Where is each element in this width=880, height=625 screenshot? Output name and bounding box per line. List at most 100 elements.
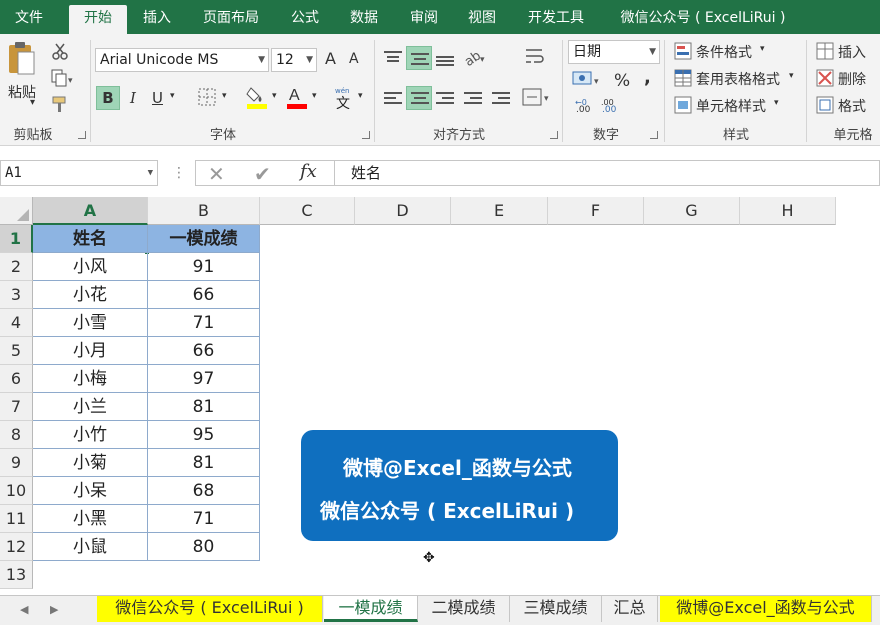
tab-insert[interactable]: 插入: [133, 5, 181, 34]
tab-review[interactable]: 审阅: [398, 5, 450, 34]
table-cell-name[interactable]: 小黑: [33, 505, 148, 533]
name-box[interactable]: A1 ▼: [0, 160, 158, 186]
cell-styles-icon[interactable]: [674, 96, 692, 114]
table-cell-name[interactable]: 小月: [33, 337, 148, 365]
phonetic-guide-icon[interactable]: wén 文: [334, 85, 356, 112]
tab-developer[interactable]: 开发工具: [514, 5, 598, 34]
cancel-entry-icon[interactable]: ✕: [208, 162, 225, 186]
table-cell-name[interactable]: 小雪: [33, 309, 148, 337]
chevron-down-icon[interactable]: ▾: [789, 71, 794, 81]
sheet-tab-weibo[interactable]: 微博@Excel_函数与公式: [660, 596, 872, 622]
table-cell-name[interactable]: 小呆: [33, 477, 148, 505]
table-cell-name[interactable]: 小菊: [33, 449, 148, 477]
chevron-down-icon[interactable]: ▾: [358, 91, 363, 101]
copy-icon[interactable]: ▾: [51, 69, 73, 87]
column-header-h[interactable]: H: [740, 197, 836, 225]
format-as-table-icon[interactable]: [674, 69, 692, 87]
table-cell-name[interactable]: 小梅: [33, 365, 148, 393]
row-header-5[interactable]: 5: [0, 337, 33, 365]
tab-view[interactable]: 视图: [458, 5, 506, 34]
merge-center-icon[interactable]: ▾: [522, 86, 552, 108]
column-header-b[interactable]: B: [148, 197, 260, 225]
table-header-cell[interactable]: 一模成绩: [148, 225, 260, 253]
table-cell-score[interactable]: 66: [148, 281, 260, 309]
font-launcher-icon[interactable]: [362, 131, 370, 139]
table-cell-name[interactable]: 小兰: [33, 393, 148, 421]
formula-input[interactable]: 姓名: [334, 160, 880, 186]
decrease-decimal-icon[interactable]: .00 .00: [600, 96, 622, 120]
scroll-sheets-right-icon[interactable]: ▶: [50, 603, 58, 616]
alignment-launcher-icon[interactable]: [550, 131, 558, 139]
row-header-2[interactable]: 2: [0, 253, 33, 281]
row-header-9[interactable]: 9: [0, 449, 33, 477]
tab-formulas[interactable]: 公式: [280, 5, 330, 34]
tab-page-layout[interactable]: 页面布局: [191, 5, 271, 34]
increase-indent-icon[interactable]: [490, 89, 512, 109]
chevron-down-icon[interactable]: ▾: [760, 44, 765, 54]
row-header-6[interactable]: 6: [0, 365, 33, 393]
chevron-down-icon[interactable]: ▾: [312, 91, 317, 101]
column-header-e[interactable]: E: [451, 197, 548, 225]
clipboard-launcher-icon[interactable]: [78, 131, 86, 139]
confirm-entry-icon[interactable]: ✔: [254, 162, 271, 186]
number-format-select[interactable]: 日期 ▼: [568, 40, 660, 64]
insert-cells-button[interactable]: 插入: [838, 42, 866, 62]
cell-styles-button[interactable]: 单元格样式: [696, 96, 766, 116]
table-cell-score[interactable]: 71: [148, 309, 260, 337]
shrink-font-button[interactable]: A: [349, 51, 359, 67]
table-cell-score[interactable]: 81: [148, 393, 260, 421]
select-all-corner[interactable]: [0, 197, 33, 225]
table-header-cell[interactable]: 姓名: [33, 225, 148, 253]
sheet-tab-mock2[interactable]: 二模成绩: [418, 596, 510, 622]
column-header-f[interactable]: F: [548, 197, 644, 225]
font-name-select[interactable]: Arial Unicode MS ▼: [95, 48, 269, 72]
italic-button[interactable]: I: [130, 89, 136, 107]
number-launcher-icon[interactable]: [650, 131, 658, 139]
paste-icon[interactable]: [6, 42, 36, 76]
conditional-formatting-button[interactable]: 条件格式: [696, 42, 752, 62]
table-cell-score[interactable]: 68: [148, 477, 260, 505]
decrease-indent-icon[interactable]: [462, 89, 484, 109]
bold-button[interactable]: B: [96, 86, 120, 110]
table-cell-score[interactable]: 80: [148, 533, 260, 561]
conditional-formatting-icon[interactable]: [674, 42, 692, 60]
format-cells-icon[interactable]: [816, 96, 834, 114]
row-header-7[interactable]: 7: [0, 393, 33, 421]
sheet-tab-wechat[interactable]: 微信公众号 ( ExcelLiRui ): [97, 596, 323, 622]
row-header-10[interactable]: 10: [0, 477, 33, 505]
row-header-3[interactable]: 3: [0, 281, 33, 309]
format-cells-button[interactable]: 格式: [838, 96, 866, 116]
table-cell-name[interactable]: 小花: [33, 281, 148, 309]
font-size-select[interactable]: 12 ▼: [271, 48, 317, 72]
chevron-down-icon[interactable]: ▾: [222, 91, 227, 101]
delete-cells-button[interactable]: 删除: [838, 69, 866, 89]
fill-color-icon[interactable]: [246, 84, 268, 110]
column-header-g[interactable]: G: [644, 197, 740, 225]
cut-icon[interactable]: [51, 42, 69, 60]
delete-cells-icon[interactable]: [816, 69, 834, 87]
orientation-icon[interactable]: ab ▾: [462, 46, 488, 70]
percent-style-button[interactable]: %: [614, 71, 630, 91]
underline-button[interactable]: U: [152, 89, 163, 107]
increase-decimal-icon[interactable]: ←0 .00: [574, 96, 596, 120]
row-header-1[interactable]: 1: [0, 225, 33, 253]
format-as-table-button[interactable]: 套用表格格式: [696, 69, 780, 89]
row-header-12[interactable]: 12: [0, 533, 33, 561]
align-middle-icon[interactable]: [406, 46, 432, 70]
table-cell-name[interactable]: 小风: [33, 253, 148, 281]
grow-font-button[interactable]: A: [325, 49, 336, 68]
borders-icon[interactable]: [198, 88, 216, 106]
scroll-sheets-left-icon[interactable]: ◀: [20, 603, 28, 616]
row-header-8[interactable]: 8: [0, 421, 33, 449]
row-header-4[interactable]: 4: [0, 309, 33, 337]
chevron-down-icon[interactable]: ▾: [774, 98, 779, 108]
accounting-format-icon[interactable]: ▾: [572, 70, 602, 92]
chevron-down-icon[interactable]: ▾: [272, 91, 277, 101]
tab-data[interactable]: 数据: [338, 5, 390, 34]
sheet-tab-mock3[interactable]: 三模成绩: [510, 596, 602, 622]
table-cell-name[interactable]: 小鼠: [33, 533, 148, 561]
sheet-tab-mock1[interactable]: 一模成绩: [324, 596, 418, 622]
table-cell-score[interactable]: 66: [148, 337, 260, 365]
table-cell-score[interactable]: 71: [148, 505, 260, 533]
table-cell-score[interactable]: 91: [148, 253, 260, 281]
